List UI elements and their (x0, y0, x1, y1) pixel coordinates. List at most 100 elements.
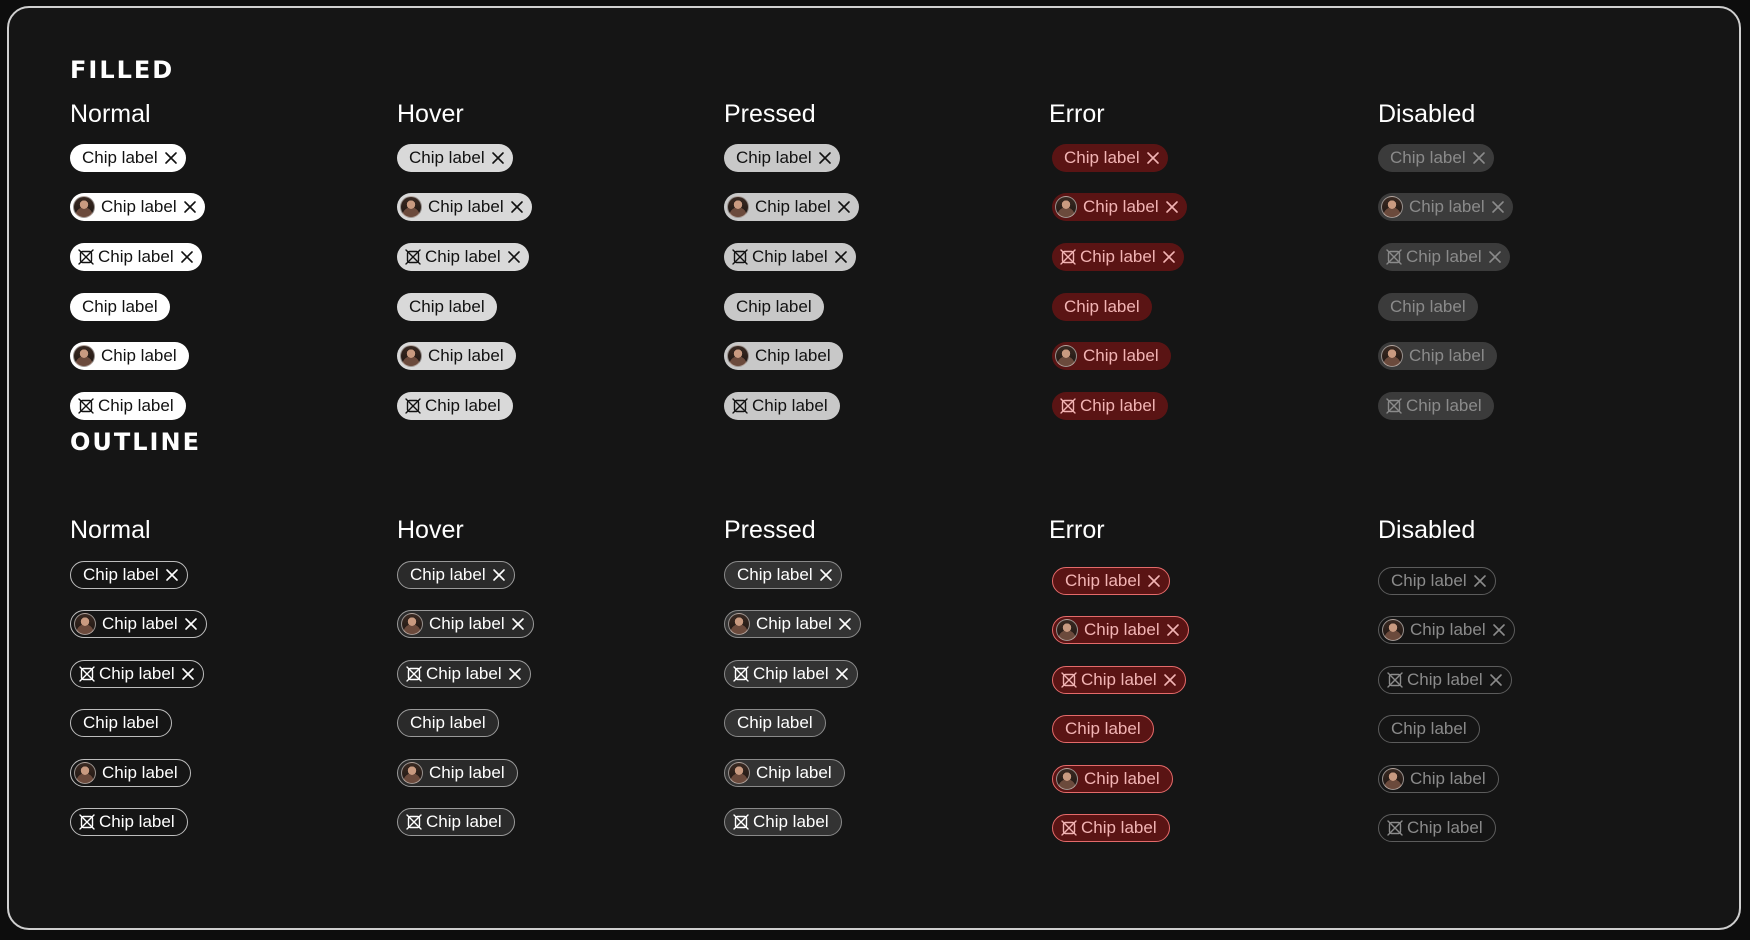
chip-outline-error-2[interactable]: Chip label (1052, 616, 1189, 644)
close-icon[interactable] (835, 667, 849, 681)
chip-filled-error-1[interactable]: Chip label (1052, 144, 1168, 172)
chip-filled-hover-4[interactable]: Chip label (397, 293, 497, 321)
chip-outline-hover-3[interactable]: Chip label (397, 660, 531, 688)
close-icon[interactable] (1166, 623, 1180, 637)
chip-filled-error-4[interactable]: Chip label (1052, 293, 1152, 321)
avatar (400, 345, 422, 367)
chip-filled-hover-5[interactable]: Chip label (397, 342, 516, 370)
section-title-filled: FILLED (70, 56, 175, 84)
chip-outline-hover-4[interactable]: Chip label (397, 709, 499, 737)
chip-label: Chip label (1083, 346, 1159, 365)
chip-filled-pressed-6[interactable]: Chip label (724, 392, 840, 420)
chip-outline-normal-5[interactable]: Chip label (70, 759, 191, 787)
close-icon[interactable] (508, 667, 522, 681)
chip-filled-error-2[interactable]: Chip label (1052, 193, 1187, 221)
chip-outline-hover-1[interactable]: Chip label (397, 561, 515, 589)
chip-outline-error-3[interactable]: Chip label (1052, 666, 1186, 694)
column-header-filled-pressed: Pressed (724, 100, 816, 128)
chip-filled-disabled-2: Chip label (1378, 193, 1513, 221)
chip-label: Chip label (82, 148, 158, 167)
chip-filled-normal-2[interactable]: Chip label (70, 193, 205, 221)
chip-filled-hover-1[interactable]: Chip label (397, 144, 513, 172)
avatar (1056, 768, 1078, 790)
chip-outline-normal-3[interactable]: Chip label (70, 660, 204, 688)
chip-outline-pressed-6[interactable]: Chip label (724, 808, 842, 836)
chip-label: Chip label (737, 565, 813, 584)
close-icon[interactable] (1163, 673, 1177, 687)
close-icon[interactable] (838, 617, 852, 631)
chip-filled-pressed-1[interactable]: Chip label (724, 144, 840, 172)
chip-outline-disabled-6: Chip label (1378, 814, 1496, 842)
avatar (727, 196, 749, 218)
chip-filled-pressed-5[interactable]: Chip label (724, 342, 843, 370)
close-icon[interactable] (834, 250, 848, 264)
close-icon[interactable] (491, 151, 505, 165)
chip-filled-pressed-2[interactable]: Chip label (724, 193, 859, 221)
chip-label: Chip label (1390, 297, 1466, 316)
chip-filled-disabled-6: Chip label (1378, 392, 1494, 420)
chip-outline-normal-6[interactable]: Chip label (70, 808, 188, 836)
close-icon[interactable] (164, 151, 178, 165)
chip-filled-normal-5[interactable]: Chip label (70, 342, 189, 370)
chip-outline-pressed-4[interactable]: Chip label (724, 709, 826, 737)
chip-outline-pressed-5[interactable]: Chip label (724, 759, 845, 787)
close-icon[interactable] (180, 250, 194, 264)
chip-outline-disabled-2: Chip label (1378, 616, 1515, 644)
chip-outline-error-6[interactable]: Chip label (1052, 814, 1170, 842)
chip-label: Chip label (1409, 346, 1485, 365)
close-icon[interactable] (1146, 151, 1160, 165)
crossed-square-icon (733, 666, 749, 682)
close-icon[interactable] (507, 250, 521, 264)
section-title-outline: OUTLINE (70, 428, 201, 456)
chip-filled-error-6[interactable]: Chip label (1052, 392, 1168, 420)
chip-outline-normal-4[interactable]: Chip label (70, 709, 172, 737)
close-icon[interactable] (1162, 250, 1176, 264)
chip-outline-hover-5[interactable]: Chip label (397, 759, 518, 787)
chip-outline-error-1[interactable]: Chip label (1052, 567, 1170, 595)
close-icon[interactable] (181, 667, 195, 681)
chip-label: Chip label (756, 614, 832, 633)
chip-filled-hover-2[interactable]: Chip label (397, 193, 532, 221)
close-icon[interactable] (184, 617, 198, 631)
chip-outline-hover-2[interactable]: Chip label (397, 610, 534, 638)
chip-filled-normal-1[interactable]: Chip label (70, 144, 186, 172)
chip-outline-normal-2[interactable]: Chip label (70, 610, 207, 638)
chip-outline-hover-6[interactable]: Chip label (397, 808, 515, 836)
close-icon[interactable] (1147, 574, 1161, 588)
column-header-outline-disabled: Disabled (1378, 516, 1476, 544)
chip-filled-pressed-3[interactable]: Chip label (724, 243, 856, 271)
crossed-square-icon (79, 666, 95, 682)
chip-filled-hover-3[interactable]: Chip label (397, 243, 529, 271)
chip-outline-pressed-2[interactable]: Chip label (724, 610, 861, 638)
chip-outline-pressed-3[interactable]: Chip label (724, 660, 858, 688)
close-icon[interactable] (818, 151, 832, 165)
chip-filled-hover-6[interactable]: Chip label (397, 392, 513, 420)
close-icon[interactable] (492, 568, 506, 582)
close-icon[interactable] (183, 200, 197, 214)
chip-filled-disabled-4: Chip label (1378, 293, 1478, 321)
chip-outline-error-5[interactable]: Chip label (1052, 765, 1173, 793)
chip-filled-error-5[interactable]: Chip label (1052, 342, 1171, 370)
chip-filled-error-3[interactable]: Chip label (1052, 243, 1184, 271)
close-icon (1488, 250, 1502, 264)
avatar (1055, 345, 1077, 367)
close-icon[interactable] (819, 568, 833, 582)
crossed-square-icon (733, 814, 749, 830)
close-icon[interactable] (165, 568, 179, 582)
chip-outline-pressed-1[interactable]: Chip label (724, 561, 842, 589)
close-icon[interactable] (837, 200, 851, 214)
column-header-filled-disabled: Disabled (1378, 100, 1476, 128)
chip-filled-normal-6[interactable]: Chip label (70, 392, 186, 420)
chip-label: Chip label (425, 396, 501, 415)
close-icon[interactable] (511, 617, 525, 631)
chip-filled-normal-3[interactable]: Chip label (70, 243, 202, 271)
chip-label: Chip label (426, 812, 502, 831)
chip-label: Chip label (99, 812, 175, 831)
chip-label: Chip label (1409, 197, 1485, 216)
chip-filled-normal-4[interactable]: Chip label (70, 293, 170, 321)
chip-filled-pressed-4[interactable]: Chip label (724, 293, 824, 321)
chip-outline-normal-1[interactable]: Chip label (70, 561, 188, 589)
chip-outline-error-4[interactable]: Chip label (1052, 715, 1154, 743)
close-icon[interactable] (1165, 200, 1179, 214)
close-icon[interactable] (510, 200, 524, 214)
